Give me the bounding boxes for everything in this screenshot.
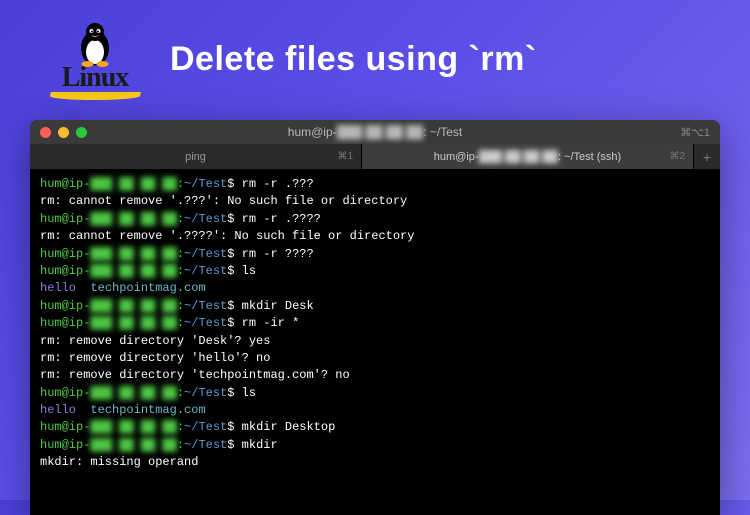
tab-ping[interactable]: ping ⌘1 xyxy=(30,144,362,169)
tab-bar: ping ⌘1 hum@ip-███ ██ ██ ██: ~/Test (ssh… xyxy=(30,144,720,170)
terminal-line: rm: cannot remove '.???': No such file o… xyxy=(40,193,710,210)
close-button[interactable] xyxy=(40,127,51,138)
linux-swoosh xyxy=(49,92,141,100)
page-header: Linux Delete files using `rm` xyxy=(0,0,750,110)
terminal-line: hello techpointmag.com xyxy=(40,280,710,297)
terminal-line: hum@ip-███ ██ ██ ██:~/Test$ rm -r .???? xyxy=(40,211,710,228)
terminal-line: hum@ip-███ ██ ██ ██:~/Test$ mkdir Desk xyxy=(40,298,710,315)
terminal-line: hum@ip-███ ██ ██ ██:~/Test$ mkdir Deskto… xyxy=(40,419,710,436)
terminal-line: mkdir: missing operand xyxy=(40,454,710,471)
tab-shortcut: ⌘2 xyxy=(669,151,685,162)
window-controls xyxy=(40,127,87,138)
terminal-line: rm: remove directory 'techpointmag.com'?… xyxy=(40,367,710,384)
page-title: Delete files using `rm` xyxy=(170,40,537,79)
terminal-line: rm: remove directory 'hello'? no xyxy=(40,350,710,367)
terminal-window: hum@ip-███ ██ ██ ██: ~/Test ⌘⌥1 ping ⌘1 … xyxy=(30,120,720,515)
terminal-line: hum@ip-███ ██ ██ ██:~/Test$ ls xyxy=(40,263,710,280)
minimize-button[interactable] xyxy=(58,127,69,138)
terminal-line: hum@ip-███ ██ ██ ██:~/Test$ rm -r .??? xyxy=(40,176,710,193)
terminal-line: hum@ip-███ ██ ██ ██:~/Test$ rm -ir * xyxy=(40,315,710,332)
terminal-line: rm: cannot remove '.????': No such file … xyxy=(40,228,710,245)
window-titlebar: hum@ip-███ ██ ██ ██: ~/Test ⌘⌥1 xyxy=(30,120,720,144)
window-shortcut: ⌘⌥1 xyxy=(680,126,710,139)
terminal-line: hum@ip-███ ██ ██ ██:~/Test$ rm -r ???? xyxy=(40,246,710,263)
tux-penguin-icon xyxy=(70,18,120,68)
terminal-line: hum@ip-███ ██ ██ ██:~/Test$ ls xyxy=(40,385,710,402)
terminal-output[interactable]: hum@ip-███ ██ ██ ██:~/Test$ rm -r .???rm… xyxy=(30,170,720,478)
terminal-line: rm: remove directory 'Desk'? yes xyxy=(40,333,710,350)
terminal-line: hum@ip-███ ██ ██ ██:~/Test$ mkdir xyxy=(40,437,710,454)
window-title: hum@ip-███ ██ ██ ██: ~/Test xyxy=(288,125,462,139)
maximize-button[interactable] xyxy=(76,127,87,138)
add-tab-button[interactable]: + xyxy=(694,144,720,169)
tab-ssh-test[interactable]: hum@ip-███ ██ ██ ██: ~/Test (ssh) ⌘2 xyxy=(362,144,694,169)
tab-shortcut: ⌘1 xyxy=(337,151,353,162)
terminal-line: hello techpointmag.com xyxy=(40,402,710,419)
linux-logo: Linux xyxy=(50,18,140,100)
